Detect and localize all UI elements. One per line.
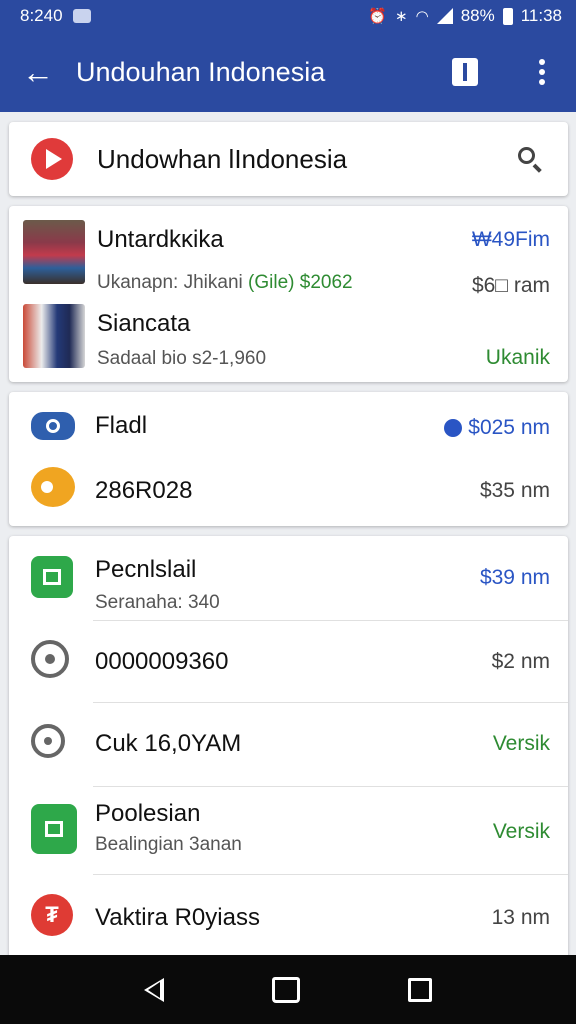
list-item[interactable]: ₮ Vaktira R0yiass 13 nm: [9, 874, 568, 958]
status-time-right: 11:38: [520, 6, 562, 25]
item-value: $39 nm: [479, 566, 550, 589]
video-list-card: Untardkĸika Ukanapn: Jhikani (Gile) $206…: [9, 206, 568, 382]
signal-icon: [436, 8, 453, 24]
wallet-icon: [31, 556, 73, 598]
status-bar: 8:240 ⏰ ∗ ◠ 88% 11:38: [0, 0, 576, 32]
app-title: Undouhan Indonesia: [76, 56, 326, 87]
item-value: Ukanik: [485, 346, 550, 369]
search-card[interactable]: Undowhan lIndonesia: [9, 122, 568, 196]
reader-icon[interactable]: [452, 58, 478, 86]
video-thumbnail: [23, 220, 85, 284]
item-value: $025 nm: [468, 416, 550, 439]
item-value: 13 nm: [491, 906, 550, 929]
item-title: Vaktira R0yiass: [95, 904, 260, 931]
list-item[interactable]: Pecnlslail Seranaha: 340 $39 nm: [9, 536, 568, 620]
item-title: Pecnlslail: [95, 556, 197, 583]
alarm-icon: ⏰: [368, 7, 388, 25]
item-value: Versik: [492, 820, 550, 843]
play-logo-icon: [31, 138, 73, 180]
list-item[interactable]: Fladl $025 nm: [9, 392, 568, 459]
item-value: Versik: [492, 732, 550, 755]
list-item[interactable]: Siancata Sadaal bio s2-1,960 Ukanik: [9, 298, 568, 382]
item-title: Cuk 16,0YAM: [95, 730, 242, 757]
item-title: 286R028: [95, 477, 193, 504]
nav-recents-icon[interactable]: [408, 977, 432, 1002]
location-pin-icon: [31, 724, 65, 758]
item-subtitle: Ukanapn: Jhikani: [97, 272, 243, 293]
item-value: ₩49Fim: [471, 228, 550, 251]
item-value: $35 nm: [479, 479, 550, 502]
list-item[interactable]: Cuk 16,0YAM Versik: [9, 702, 568, 786]
wifi-icon: ◠: [415, 7, 429, 25]
clock-icon: [31, 640, 69, 678]
back-arrow-icon[interactable]: ←: [0, 32, 76, 112]
list-item[interactable]: 0000009360 $2 nm: [9, 620, 568, 702]
camera-icon: [31, 412, 75, 440]
bluetooth-icon: ∗: [395, 7, 408, 25]
item-subtitle-line: Ukanapn: Jhikani (Gile) $2062: [97, 272, 353, 294]
search-icon[interactable]: [516, 145, 544, 173]
item-tag: (Gile): [248, 272, 295, 293]
search-title: Undowhan lIndonesia: [97, 143, 348, 174]
notification-icon: [72, 9, 91, 23]
item-subtitle: Bealingian 3anan: [95, 834, 242, 855]
status-time-left: 8:240: [20, 6, 63, 25]
system-nav-bar: [0, 955, 576, 1024]
transactions-card: Pecnlslail Seranaha: 340 $39 nm 00000093…: [9, 536, 568, 976]
item-title: Poolesian: [95, 800, 201, 827]
list-item[interactable]: 286R028 $35 nm: [9, 459, 568, 526]
item-title: Untardkĸika: [97, 226, 224, 253]
more-menu-icon[interactable]: [522, 59, 562, 85]
item-title: Siancata: [97, 310, 191, 337]
app-bar: ← Undouhan Indonesia: [0, 32, 576, 112]
nav-home-icon[interactable]: [272, 976, 300, 1003]
list-item[interactable]: Poolesian Bealingian 3anan Versik: [9, 786, 568, 874]
currency-icon: ₮: [31, 894, 73, 936]
item-tag-amount: $2062: [299, 272, 353, 293]
item-subtitle: Sadaal bio s2-1,960: [97, 348, 267, 369]
item-title: Fladl: [95, 412, 148, 439]
battery-percent: 88%: [460, 6, 495, 25]
item-title: 0000009360: [95, 648, 229, 675]
status-dot-icon: [444, 419, 463, 438]
item-value-wrap: $025 nm: [444, 416, 550, 440]
item-subtitle: Seranaha: 340: [95, 592, 220, 613]
item-value: $2 nm: [491, 650, 550, 673]
piggy-bank-icon: [31, 467, 75, 507]
nav-back-icon[interactable]: [144, 977, 164, 1002]
wallet-card: Fladl $025 nm 286R028 $35 nm: [9, 392, 568, 526]
receipt-icon: [31, 804, 77, 854]
video-thumbnail: [23, 304, 85, 368]
item-secondary-value: $6□ ram: [471, 274, 550, 297]
list-item[interactable]: Untardkĸika Ukanapn: Jhikani (Gile) $206…: [9, 206, 568, 298]
battery-icon: [502, 7, 513, 25]
